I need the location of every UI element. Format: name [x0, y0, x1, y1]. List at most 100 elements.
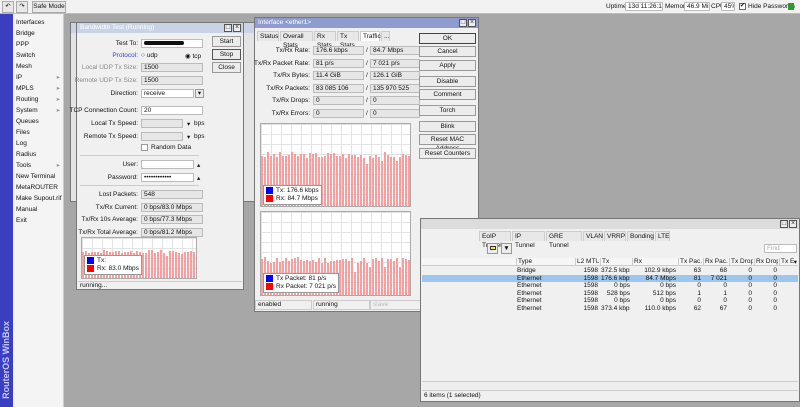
user-dropdown-icon[interactable]: ▴: [197, 161, 200, 169]
table-row[interactable]: Bridge 1598 372.5 kbps 102.9 kbps 63 68 0 0: [422, 267, 798, 275]
tx-value: 81 p/s: [313, 58, 364, 68]
tx-rx-10s-average-field[interactable]: 0 bps/77.3 Mbps: [141, 215, 203, 224]
tab-gre-tunnel[interactable]: GRE Tunnel: [546, 231, 582, 249]
sidebar-item-routing[interactable]: Routing ▸: [16, 94, 62, 105]
maximize-icon[interactable]: □: [224, 24, 232, 32]
remote-udp-tx-size-field[interactable]: 1500: [141, 76, 203, 85]
tx-rx-total-average-field[interactable]: 0 bps/81.2 Mbps: [141, 228, 203, 237]
close-icon[interactable]: ×: [468, 19, 476, 27]
remote-tx-dropdown-icon[interactable]: ▾: [187, 133, 190, 141]
traffic-graph: Tx: 176.6 kbps Rx: 84.7 Mbps: [260, 123, 411, 207]
find-input[interactable]: Find: [764, 244, 797, 253]
apply-button[interactable]: Apply: [419, 60, 476, 71]
random-data-checkbox[interactable]: [141, 144, 148, 151]
sidebar-item-bridge[interactable]: Bridge: [16, 28, 62, 39]
sidebar-item-manual[interactable]: Manual: [16, 204, 62, 215]
reset-counters-button[interactable]: Reset Counters: [419, 148, 476, 159]
column-header[interactable]: Type: [516, 258, 574, 265]
safe-mode-button[interactable]: Safe Mode: [32, 1, 66, 13]
password-dropdown-icon[interactable]: ▴: [197, 174, 200, 182]
sidebar-item-new-terminal[interactable]: New Terminal: [16, 171, 62, 182]
stop-button[interactable]: Stop: [212, 49, 241, 60]
table-row[interactable]: Ethernet 1598 0 bps 0 bps 0 0 0 0: [422, 297, 798, 305]
sidebar-item-radius[interactable]: Radius: [16, 149, 62, 160]
sidebar-item-mpls[interactable]: MPLS ▸: [16, 83, 62, 94]
maximize-icon[interactable]: □: [780, 220, 788, 228]
tab-bonding[interactable]: Bonding: [627, 231, 654, 241]
comment-button[interactable]: Comment: [419, 89, 476, 100]
redo-button[interactable]: ↷: [16, 1, 28, 13]
tab-vrrp[interactable]: VRRP: [604, 231, 626, 241]
sidebar-item-interfaces[interactable]: Interfaces: [16, 17, 62, 28]
blink-button[interactable]: Blink: [419, 121, 476, 132]
graph-bar: [387, 154, 389, 206]
sidebar-item-ppp[interactable]: PPP: [16, 39, 62, 50]
test-to-field[interactable]: [141, 39, 203, 48]
filter-button[interactable]: ▼: [501, 243, 512, 254]
start-button[interactable]: Start: [212, 36, 241, 47]
table-row[interactable]: Ethernet 1598 0 bps 0 bps 0 0 0 0: [422, 282, 798, 290]
torch-button[interactable]: Torch: [419, 105, 476, 116]
tab-eoip-tunnel[interactable]: EoIP Tunnel: [479, 231, 511, 249]
sidebar-item-files[interactable]: Files: [16, 127, 62, 138]
tab-lte[interactable]: LTE: [655, 231, 670, 241]
tab-overall-stats[interactable]: Overall Stats: [280, 31, 313, 49]
column-header[interactable]: Rx: [632, 258, 677, 265]
undo-button[interactable]: ↶: [2, 1, 14, 13]
tab-more[interactable]: ...: [381, 31, 390, 41]
maximize-icon[interactable]: □: [459, 19, 467, 27]
user-field[interactable]: [141, 160, 194, 169]
sidebar-item-system[interactable]: System ▸: [16, 105, 62, 116]
column-menu-icon[interactable]: ▾: [794, 258, 797, 266]
tab-ip-tunnel[interactable]: IP Tunnel: [512, 231, 545, 249]
close-icon[interactable]: ×: [789, 220, 797, 228]
table-row[interactable]: Ethernet 1598 373.4 kbps 110.0 kbps 62 67 0 0: [422, 305, 798, 313]
column-header[interactable]: Tx: [600, 258, 631, 265]
sidebar-item-exit[interactable]: Exit: [16, 215, 62, 226]
remote-tx-speed-field[interactable]: [141, 132, 183, 141]
close-icon[interactable]: ×: [233, 24, 241, 32]
cancel-button[interactable]: Cancel: [419, 46, 476, 57]
sidebar-item-make-supout-rif[interactable]: Make Supout.rif: [16, 193, 62, 204]
column-header[interactable]: Rx Pac...: [703, 258, 728, 265]
tab-tx-stats[interactable]: Tx Stats: [337, 31, 359, 49]
reset-mac-address-button[interactable]: Reset MAC Address: [419, 134, 476, 152]
udp-radio[interactable]: ○ udp: [141, 52, 158, 59]
direction-dropdown-icon[interactable]: ▾: [195, 89, 204, 98]
local-tx-dropdown-icon[interactable]: ▾: [187, 120, 190, 128]
slash: /: [366, 47, 368, 54]
local-tx-speed-field[interactable]: [141, 119, 183, 128]
comment-button[interactable]: [487, 243, 498, 254]
tab-vlan[interactable]: VLAN: [583, 231, 603, 241]
sidebar-item-queues[interactable]: Queues: [16, 116, 62, 127]
close-button[interactable]: Close: [212, 62, 241, 73]
column-header[interactable]: Rx Drops: [754, 258, 778, 265]
graph-bar: [354, 271, 356, 295]
sidebar-item-tools[interactable]: Tools ▸: [16, 160, 62, 171]
sidebar-item-ip[interactable]: IP ▸: [16, 72, 62, 83]
horizontal-scrollbar[interactable]: [422, 381, 798, 389]
hide-passwords-checkbox[interactable]: ✔: [739, 3, 746, 10]
ok-button[interactable]: OK: [419, 33, 476, 44]
disable-button[interactable]: Disable: [419, 76, 476, 87]
table-row[interactable]: Ethernet 1598 528 bps 512 bps 1 1 0 0: [422, 290, 798, 298]
tx-rx-current-field[interactable]: 0 bps/83.0 Mbps: [141, 203, 203, 212]
table-row[interactable]: Ethernet 1598 176.6 kbps 84.7 Mbps 81 7 021 0 0: [422, 274, 798, 282]
sidebar-item-switch[interactable]: Switch: [16, 50, 62, 61]
lost-packets-field[interactable]: 548: [141, 190, 203, 199]
direction-field[interactable]: receive: [141, 89, 194, 98]
local-udp-tx-size-field[interactable]: 1500: [141, 63, 203, 72]
tab-rx-stats[interactable]: Rx Stats: [314, 31, 336, 49]
column-header[interactable]: Tx Drops: [729, 258, 753, 265]
tcp-connection-count-field[interactable]: 20: [141, 106, 203, 115]
sidebar-item-mesh[interactable]: Mesh: [16, 61, 62, 72]
column-header[interactable]: Tx E: [779, 258, 795, 265]
sidebar-item-metarouter[interactable]: MetaROUTER: [16, 182, 62, 193]
tab-status[interactable]: Status: [257, 31, 279, 41]
tcp-radio[interactable]: ◉ tcp: [185, 52, 201, 60]
password-field[interactable]: ••••••••••••: [141, 173, 194, 182]
column-header[interactable]: Tx Pac...: [678, 258, 702, 265]
tab-traffic[interactable]: Traffic: [360, 31, 381, 41]
sidebar-item-log[interactable]: Log: [16, 138, 62, 149]
column-header[interactable]: L2 MTU: [575, 258, 599, 265]
